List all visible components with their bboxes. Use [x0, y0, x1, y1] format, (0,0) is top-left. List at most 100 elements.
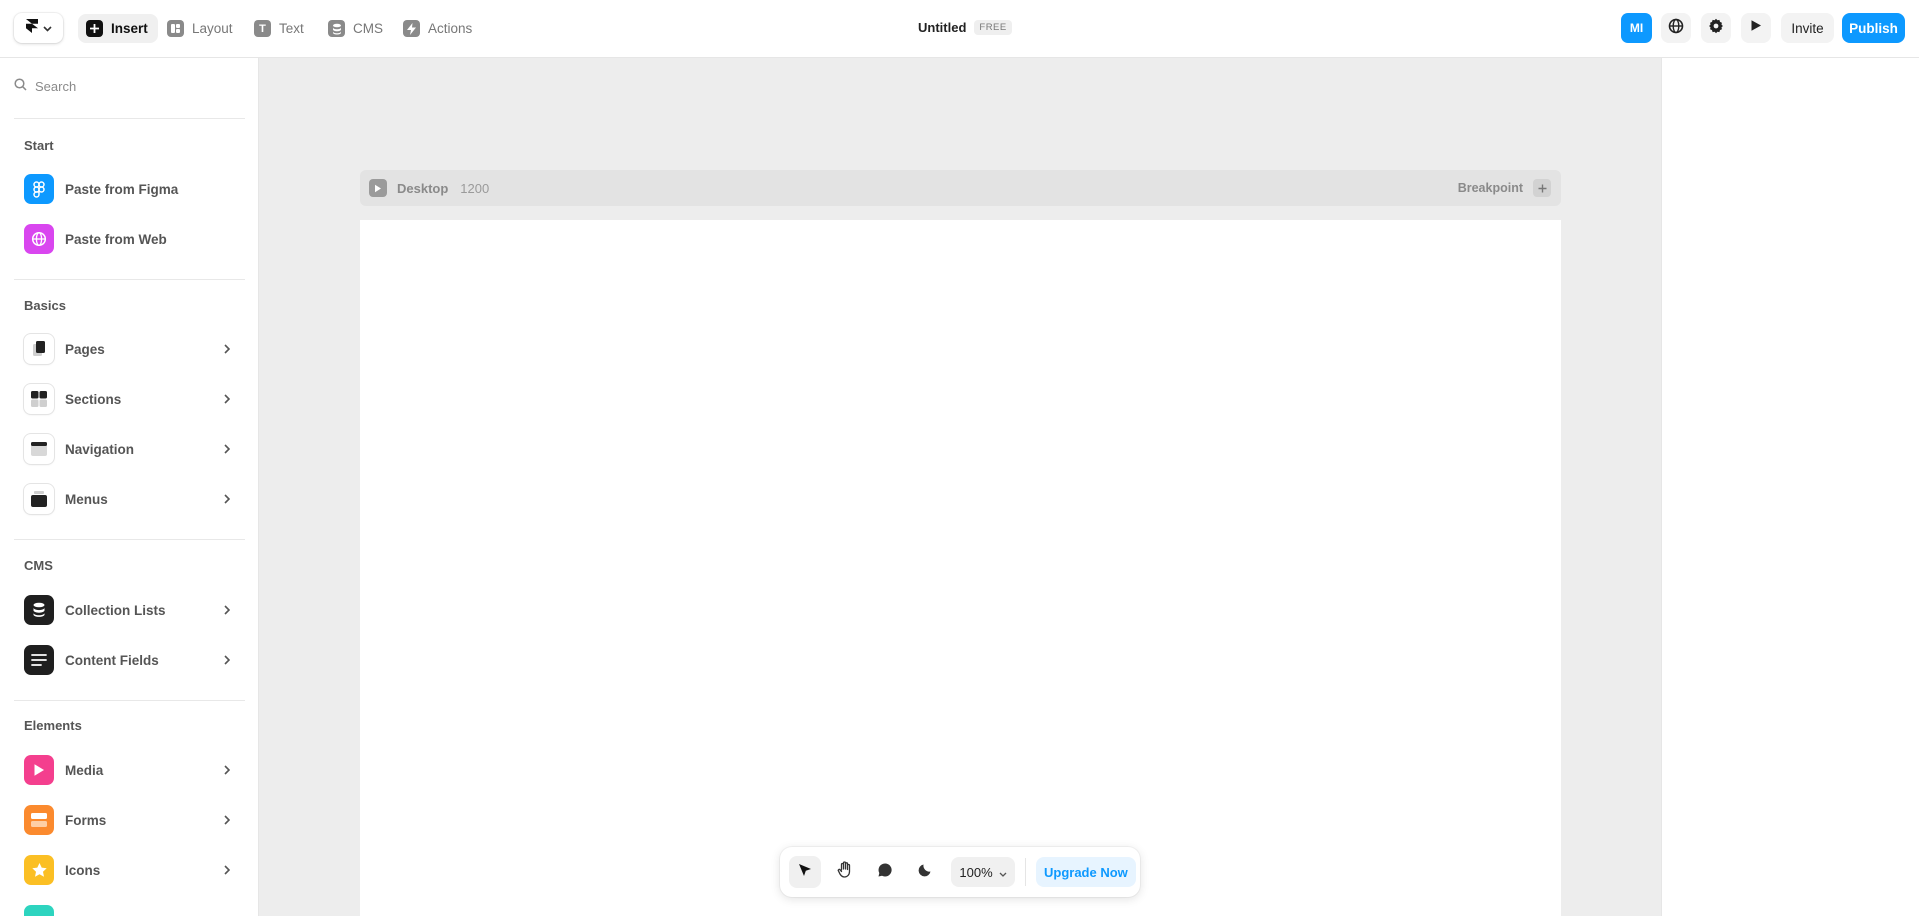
search-placeholder: Search	[35, 78, 77, 94]
item-label: Collection Lists	[65, 602, 166, 618]
sections-icon	[24, 384, 54, 414]
chevron-down-icon	[999, 865, 1007, 880]
play-icon	[24, 755, 54, 785]
tab-cms-label: CMS	[353, 21, 383, 36]
globe-icon	[24, 224, 54, 254]
chevron-right-icon	[219, 652, 235, 668]
tab-layout[interactable]: Layout	[159, 14, 243, 43]
plan-badge: FREE	[974, 20, 1012, 35]
item-pages[interactable]: Pages	[14, 329, 245, 369]
tab-text-label: Text	[279, 21, 304, 36]
properties-panel	[1661, 58, 1919, 916]
top-bar: Insert Layout T Text CMS Actions Untitle…	[0, 0, 1919, 58]
bottom-toolbar: 100% Upgrade Now	[780, 847, 1140, 897]
item-label: Content Fields	[65, 652, 159, 668]
document-title-area[interactable]: Untitled FREE	[918, 20, 1012, 35]
item-partially-visible[interactable]	[14, 900, 245, 916]
menus-icon	[24, 484, 54, 514]
divider	[14, 279, 245, 280]
chevron-right-icon	[219, 762, 235, 778]
chevron-right-icon	[219, 862, 235, 878]
tab-insert[interactable]: Insert	[78, 14, 158, 43]
chevron-right-icon	[219, 441, 235, 457]
publish-button[interactable]: Publish	[1842, 13, 1905, 43]
tab-cms[interactable]: CMS	[320, 14, 393, 43]
zoom-value: 100%	[959, 864, 993, 880]
item-paste-from-figma[interactable]: Paste from Figma	[14, 169, 245, 209]
navigation-icon	[24, 434, 54, 464]
toolbar-divider	[1025, 858, 1026, 886]
layout-icon	[167, 20, 184, 37]
item-label: Media	[65, 762, 104, 778]
bolt-icon	[403, 20, 420, 37]
canvas[interactable]: Desktop 1200 Breakpoint	[259, 58, 1661, 920]
dark-mode-toggle[interactable]	[909, 856, 941, 888]
select-tool[interactable]	[789, 856, 821, 888]
insert-panel: Search Start Paste from Figma Paste from…	[0, 58, 259, 916]
item-paste-from-web[interactable]: Paste from Web	[14, 219, 245, 259]
upgrade-button[interactable]: Upgrade Now	[1036, 857, 1136, 887]
lines-icon	[24, 645, 54, 675]
item-label: Forms	[65, 812, 107, 828]
section-title-cms: CMS	[24, 558, 53, 573]
plus-icon	[86, 20, 103, 37]
bolt-icon	[24, 905, 54, 916]
user-avatar[interactable]: MI	[1621, 13, 1652, 43]
hand-tool[interactable]	[829, 856, 861, 888]
settings-button[interactable]	[1701, 13, 1731, 43]
item-label: Sections	[65, 391, 122, 407]
tab-insert-label: Insert	[111, 21, 148, 36]
divider	[14, 539, 245, 540]
tab-layout-label: Layout	[192, 21, 233, 36]
database-icon	[328, 20, 345, 37]
tab-text[interactable]: T Text	[246, 14, 314, 43]
framer-logo-icon	[25, 18, 38, 38]
item-sections[interactable]: Sections	[14, 379, 245, 419]
search-field[interactable]: Search	[14, 78, 76, 94]
forms-icon	[24, 805, 54, 835]
invite-button[interactable]: Invite	[1781, 13, 1834, 43]
frame-name: Desktop	[397, 180, 449, 196]
add-breakpoint-label[interactable]: Breakpoint	[1458, 181, 1523, 195]
search-icon	[14, 78, 27, 94]
item-label: Paste from Web	[65, 231, 167, 247]
item-menus[interactable]: Menus	[14, 479, 245, 519]
section-title-elements: Elements	[24, 718, 82, 733]
tab-actions-label: Actions	[428, 21, 473, 36]
text-icon: T	[254, 20, 271, 37]
site-settings-button[interactable]	[1661, 13, 1691, 43]
item-collection-lists[interactable]: Collection Lists	[14, 590, 245, 630]
divider	[14, 118, 245, 119]
item-content-fields[interactable]: Content Fields	[14, 640, 245, 680]
play-icon	[1750, 19, 1762, 37]
chevron-right-icon	[219, 812, 235, 828]
framer-menu-button[interactable]	[14, 13, 63, 43]
add-breakpoint-button[interactable]	[1533, 179, 1551, 197]
item-forms[interactable]: Forms	[14, 800, 245, 840]
database-icon	[24, 595, 54, 625]
divider	[14, 700, 245, 701]
breakpoint-header[interactable]: Desktop 1200 Breakpoint	[360, 170, 1561, 206]
chevron-right-icon	[219, 341, 235, 357]
preview-button[interactable]	[1741, 13, 1771, 43]
chevron-down-icon	[42, 19, 52, 37]
item-label: Paste from Figma	[65, 181, 179, 197]
zoom-select[interactable]: 100%	[951, 857, 1015, 887]
figma-icon	[24, 174, 54, 204]
comment-tool[interactable]	[869, 856, 901, 888]
item-label: Menus	[65, 491, 108, 507]
item-label: Pages	[65, 341, 105, 357]
globe-icon	[1668, 18, 1684, 39]
preview-frame-button[interactable]	[369, 179, 387, 197]
item-media[interactable]: Media	[14, 750, 245, 790]
item-icons[interactable]: Icons	[14, 850, 245, 890]
tab-actions[interactable]: Actions	[395, 14, 482, 43]
gear-icon	[1708, 18, 1724, 39]
section-title-start: Start	[24, 138, 54, 153]
chevron-right-icon	[219, 602, 235, 618]
comment-icon	[877, 862, 893, 883]
item-navigation[interactable]: Navigation	[14, 429, 245, 469]
desktop-frame[interactable]	[360, 220, 1561, 920]
document-title[interactable]: Untitled	[918, 20, 966, 35]
star-icon	[24, 855, 54, 885]
